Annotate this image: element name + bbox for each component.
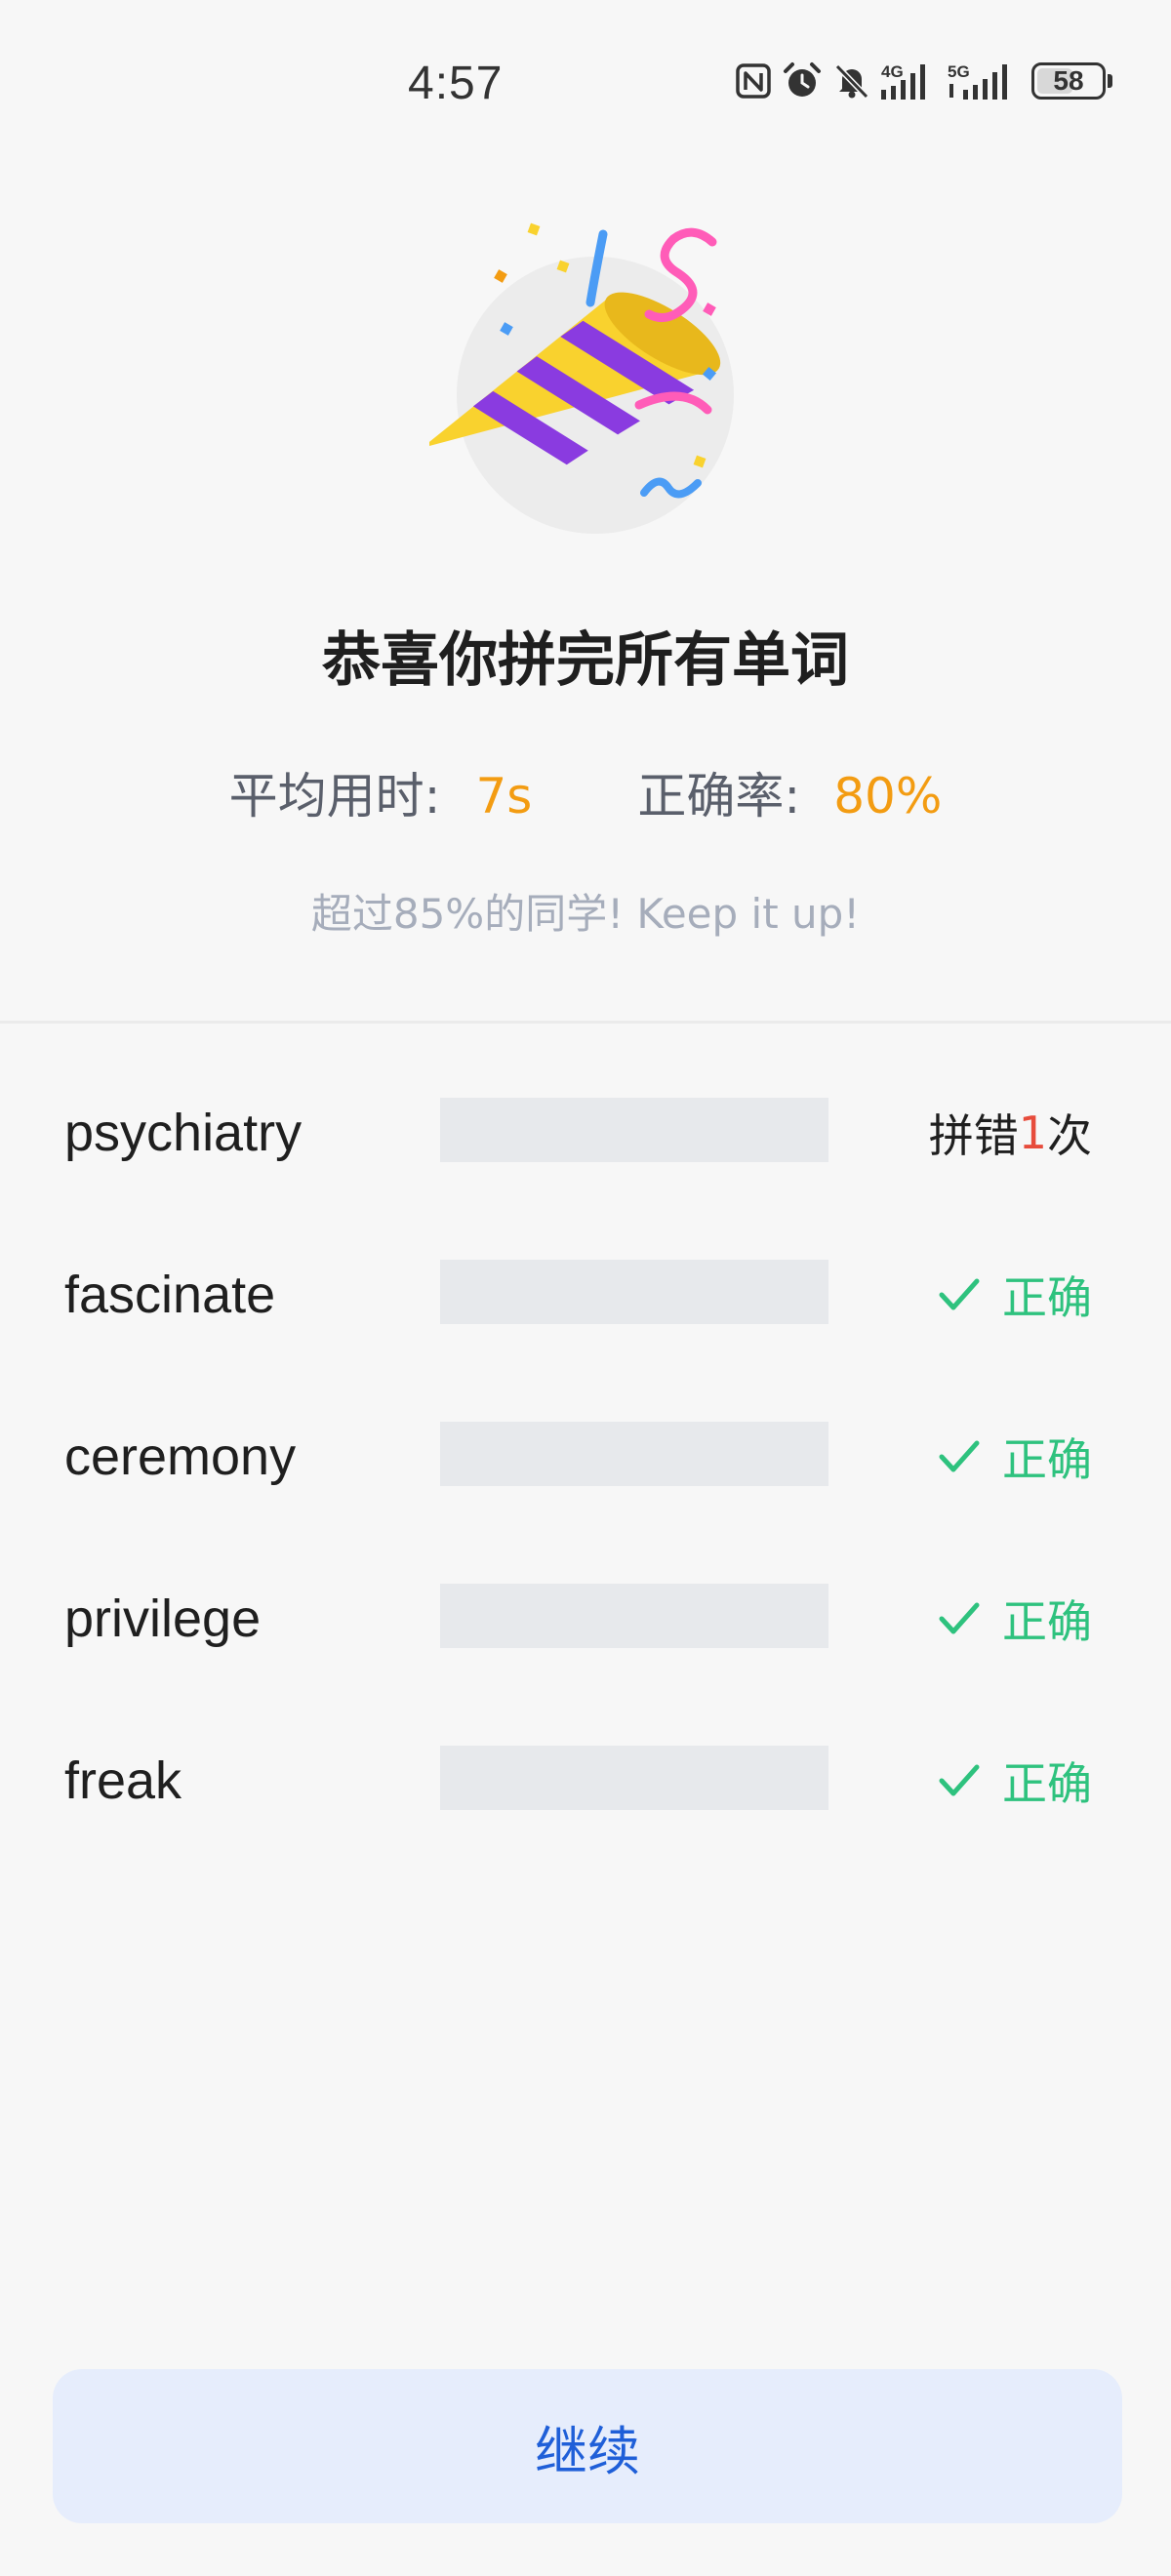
result-label: 正确	[1002, 1271, 1092, 1324]
word-mask[interactable]	[440, 1584, 828, 1648]
word-text: psychiatry	[64, 1104, 303, 1162]
word-row[interactable]: ceremony 正确	[0, 1397, 1171, 1559]
network-label-5g: 5G	[948, 62, 970, 81]
accuracy-stat: 正确率: 80%	[637, 757, 942, 827]
battery: 58	[1031, 62, 1106, 100]
status-time: 4:57	[408, 58, 504, 109]
check-icon	[939, 1602, 980, 1634]
word-row[interactable]: freak 正确	[0, 1721, 1171, 1883]
mute-icon	[834, 63, 869, 100]
avg-time-stat: 平均用时: 7s	[229, 757, 533, 827]
word-text: fascinate	[64, 1266, 276, 1324]
signal-5g-icon: 5G	[948, 62, 1007, 100]
check-icon	[939, 1278, 980, 1310]
result-label: 正确	[1002, 1595, 1092, 1648]
signal-4g-icon: 4G	[881, 62, 925, 100]
battery-icon: 58	[1026, 62, 1112, 100]
result-correct: 正确	[938, 1425, 1092, 1489]
wrong-prefix: 拼错	[928, 1109, 1019, 1162]
word-mask[interactable]	[440, 1260, 828, 1324]
divider	[0, 1021, 1171, 1024]
network-label-4g: 4G	[881, 62, 904, 81]
result-label: 正确	[1002, 1433, 1092, 1486]
word-text: freak	[64, 1751, 182, 1810]
alarm-icon	[784, 62, 821, 97]
battery-cap	[1108, 74, 1112, 88]
result-correct: 正确	[938, 1587, 1092, 1651]
status-icons: 4G 5G 58	[735, 60, 1112, 101]
wrong-count: 1	[1018, 1107, 1047, 1159]
wrong-suffix: 次	[1047, 1109, 1092, 1162]
avg-time-value: 7s	[475, 768, 533, 825]
result-correct: 正确	[938, 1749, 1092, 1813]
party-popper-icon	[429, 222, 734, 534]
encourage-text: 超过85%的同学! Keep it up!	[310, 890, 861, 938]
accuracy-label: 正确率:	[637, 768, 801, 825]
nfc-icon	[736, 63, 771, 99]
page-title: 恭喜你拼完所有单词	[322, 626, 849, 695]
word-row[interactable]: fascinate 正确	[0, 1235, 1171, 1397]
word-text: privilege	[64, 1590, 262, 1648]
result-wrong: 拼错 1 次	[929, 1101, 1092, 1165]
avg-time-label: 平均用时:	[228, 768, 441, 825]
result-label: 正确	[1002, 1757, 1092, 1810]
check-icon	[939, 1440, 980, 1472]
stats-row: 平均用时: 7s 正确率: 80%	[0, 757, 1171, 827]
status-bar: 4:57 4G 5G 58	[0, 0, 1171, 171]
word-text: ceremony	[64, 1428, 297, 1486]
continue-button[interactable]: 继续	[53, 2369, 1122, 2523]
check-icon	[939, 1764, 980, 1796]
word-mask[interactable]	[440, 1098, 828, 1162]
word-list: psychiatry 拼错 1 次 fascinate 正确 ceremony 正确…	[0, 1073, 1171, 1883]
word-mask[interactable]	[440, 1746, 828, 1810]
result-correct: 正确	[938, 1263, 1092, 1327]
word-row[interactable]: privilege 正确	[0, 1559, 1171, 1721]
word-row[interactable]: psychiatry 拼错 1 次	[0, 1073, 1171, 1235]
word-mask[interactable]	[440, 1422, 828, 1486]
battery-level: 58	[1053, 65, 1084, 96]
accuracy-value: 80%	[833, 768, 943, 825]
